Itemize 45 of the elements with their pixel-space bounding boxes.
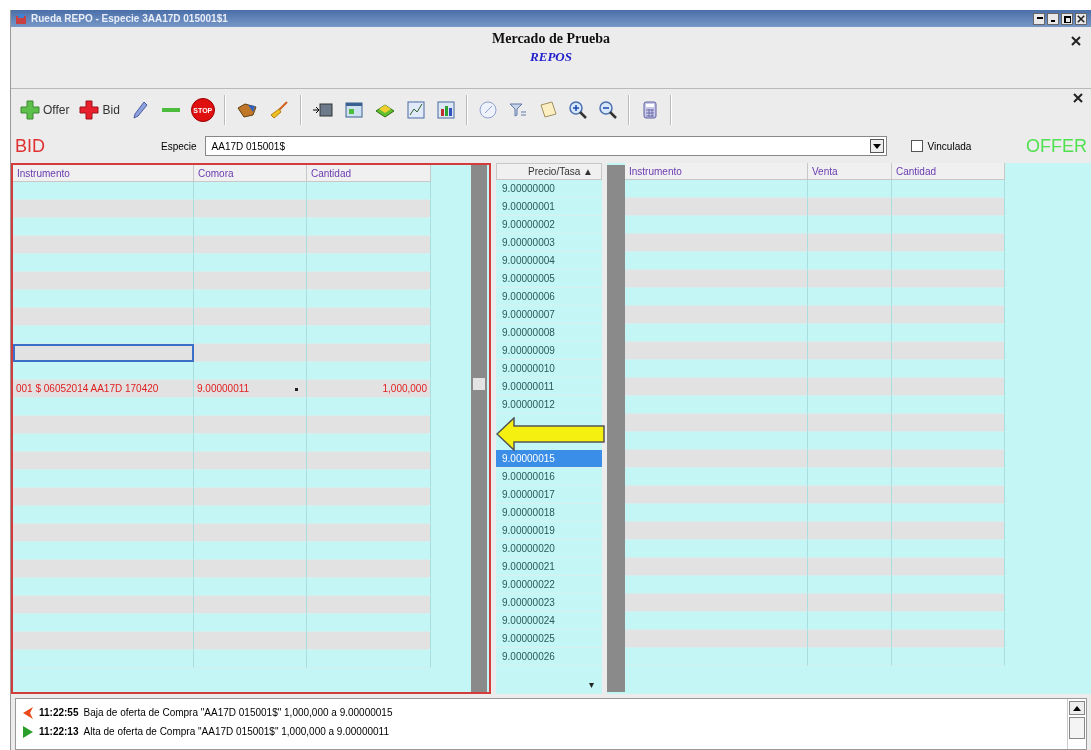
arrow-icon — [496, 417, 606, 451]
column-header[interactable]: Precio/Tasa ▲ — [496, 163, 602, 180]
minimize-button[interactable] — [1033, 12, 1045, 25]
checkbox-label: Vinculada — [927, 140, 972, 152]
especie-label: Especie — [161, 140, 197, 152]
log-time: 11:22:55 — [39, 707, 79, 718]
table-cell-text: 9.00000011 — [197, 383, 250, 394]
close-button[interactable] — [1075, 12, 1087, 25]
table-cell[interactable] — [892, 648, 1005, 666]
maximize-button[interactable] — [1061, 12, 1073, 25]
market-title: Mercado de Prueba — [492, 31, 610, 47]
dropdown-icon — [869, 139, 884, 153]
window-title: Rueda REPO - Especie 3AA17D 015001$1 — [31, 13, 229, 24]
play-icon — [22, 724, 34, 739]
log-message: Alta de oferta de Compra "AA17D 015001$" 1,000,000 a 9.00000011 — [83, 726, 389, 737]
app-icon — [15, 12, 27, 25]
table-cell-text: 001 $ 06052014 AA17D 170420 — [16, 383, 159, 394]
toolbar-button[interactable]: Offer — [17, 98, 73, 122]
left-arrow-icon — [22, 705, 34, 720]
log-time: 11:22:13 — [39, 726, 79, 737]
plus-icon — [79, 100, 100, 120]
table-cell[interactable] — [625, 648, 808, 666]
table-cell[interactable] — [13, 326, 194, 344]
scrollbar-thumb[interactable] — [1069, 717, 1085, 739]
table-cell[interactable] — [808, 648, 892, 666]
table-cell[interactable] — [194, 650, 307, 668]
offer-label: OFFER — [1026, 135, 1087, 157]
scrollbar[interactable] — [607, 165, 625, 692]
table-cell[interactable] — [13, 344, 194, 362]
scrollbar[interactable] — [471, 165, 487, 692]
scroll-up-icon[interactable] — [1069, 701, 1085, 715]
restore-button[interactable] — [1047, 12, 1059, 25]
bid-label: BID — [15, 135, 46, 157]
plus-icon — [20, 100, 40, 120]
scroll-down-icon[interactable]: ▾ — [589, 679, 594, 690]
market-subtitle: REPOS — [530, 49, 572, 65]
close-icon[interactable] — [1073, 93, 1083, 103]
toolbar-button[interactable]: Bid — [76, 98, 123, 122]
maximize-icon — [1063, 14, 1071, 23]
vinculada-checkbox[interactable] — [910, 140, 923, 152]
log-message: Baja de oferta de Compra "AA17D 015001$" 1,000,000 a 9.00000015 — [83, 707, 393, 718]
table-cell[interactable] — [13, 650, 194, 668]
table-cell-text: 1,000,000 — [382, 383, 427, 394]
especie-field[interactable]: AA17D 015001$ — [204, 136, 887, 156]
table-cell[interactable] — [307, 650, 431, 668]
